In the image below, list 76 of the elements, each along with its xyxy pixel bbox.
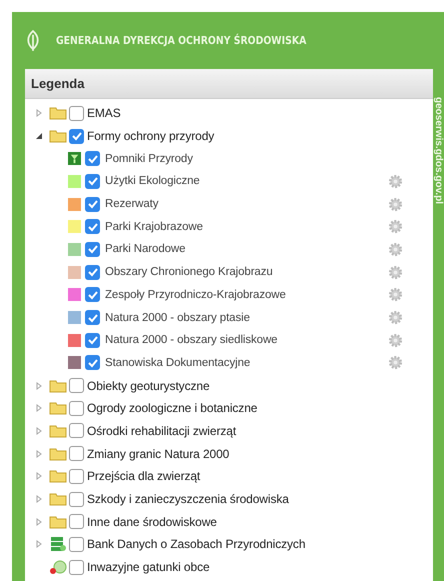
layer-label[interactable]: Rezerwaty — [105, 198, 158, 210]
plant-icon — [49, 559, 67, 576]
checkbox[interactable] — [85, 310, 100, 326]
checkbox[interactable] — [69, 400, 84, 416]
checkbox[interactable] — [69, 423, 84, 438]
folder-icon — [49, 514, 67, 529]
layer-label[interactable]: Szkody i zanieczyszczenia środowiska — [87, 492, 289, 506]
checkbox[interactable] — [69, 106, 84, 121]
checkbox[interactable] — [85, 219, 100, 234]
checkbox[interactable] — [85, 264, 100, 280]
layer-label[interactable]: Natura 2000 - obszary ptasie — [105, 312, 250, 324]
checkbox[interactable] — [85, 355, 100, 370]
layer-label[interactable]: Parki Narodowe — [105, 243, 186, 256]
checkbox[interactable] — [85, 196, 100, 212]
layer-label[interactable]: Przejścia dla zwierząt — [87, 469, 200, 484]
folder-icon — [49, 469, 67, 484]
layer-label[interactable]: Obiekty geoturystyczne — [87, 378, 210, 393]
layer-label[interactable]: Obszary Chronionego Krajobrazu — [105, 266, 273, 278]
layer-label[interactable]: Natura 2000 - obszary siedliskowe — [105, 334, 278, 346]
expand-icon[interactable] — [35, 404, 43, 412]
expand-icon[interactable] — [35, 450, 43, 458]
collapse-icon[interactable] — [35, 132, 43, 140]
expand-icon[interactable] — [35, 472, 43, 480]
checkbox[interactable] — [69, 128, 84, 144]
layer-label[interactable]: Formy ochrony przyrody — [87, 129, 214, 144]
settings-icon[interactable] — [388, 174, 403, 189]
expand-icon[interactable] — [35, 495, 43, 504]
layer-label[interactable]: Pomniki Przyrody — [105, 152, 193, 165]
folder-icon — [49, 129, 67, 144]
settings-icon[interactable] — [388, 242, 403, 257]
checkbox[interactable] — [85, 174, 100, 189]
expand-icon[interactable] — [35, 540, 43, 548]
settings-icon[interactable] — [388, 310, 403, 326]
expand-icon[interactable] — [35, 382, 43, 390]
layer-label[interactable]: Parki Krajobrazowe — [105, 220, 203, 233]
checkbox[interactable] — [69, 468, 84, 484]
layer-label[interactable]: Stanowiska Dokumentacyjne — [105, 356, 250, 369]
header-title: GENERALNA DYREKCJA OCHRONY ŚRODOWISKA — [56, 34, 306, 47]
settings-icon[interactable] — [388, 196, 403, 212]
checkbox[interactable] — [85, 287, 100, 302]
expand-icon[interactable] — [35, 426, 43, 435]
checkbox[interactable] — [69, 492, 84, 507]
checkbox[interactable] — [69, 378, 84, 394]
layer-label[interactable]: Ośrodki rehabilitacji zwierząt — [87, 424, 236, 438]
layer-label[interactable]: Zespoły Przyrodniczo-Krajobrazowe — [105, 288, 286, 301]
expand-icon[interactable] — [35, 109, 43, 118]
layer-label[interactable]: Inwazyjne gatunki obce — [87, 560, 210, 574]
checkbox[interactable] — [85, 332, 100, 348]
tree-icon — [68, 152, 81, 166]
checkbox[interactable] — [85, 151, 100, 166]
folder-icon — [49, 492, 67, 506]
checkbox[interactable] — [69, 514, 84, 530]
folder-icon — [49, 424, 67, 438]
expand-icon[interactable] — [35, 518, 43, 526]
legend-title: Legenda — [25, 69, 433, 99]
settings-icon[interactable] — [388, 264, 403, 280]
checkbox[interactable] — [85, 242, 100, 257]
checkbox[interactable] — [69, 536, 84, 552]
folder-icon — [49, 401, 67, 416]
layer-label[interactable]: Użytki Ekologiczne — [105, 175, 200, 188]
database-icon — [49, 536, 67, 552]
folder-icon — [49, 446, 67, 461]
checkbox[interactable] — [69, 560, 84, 575]
settings-icon[interactable] — [388, 287, 403, 302]
settings-icon[interactable] — [388, 332, 403, 348]
folder-icon — [49, 378, 67, 393]
folder-icon — [49, 106, 67, 120]
checkbox[interactable] — [69, 446, 84, 462]
layer-label[interactable]: Zmiany granic Natura 2000 — [87, 446, 230, 461]
layer-label[interactable]: Ogrody zoologiczne i botaniczne — [87, 401, 258, 416]
layer-label[interactable]: Bank Danych o Zasobach Przyrodniczych — [87, 537, 306, 552]
site-url: geoserwis.gdos.gov.pl — [433, 97, 444, 204]
layer-label[interactable]: EMAS — [87, 106, 121, 120]
settings-icon[interactable] — [388, 219, 403, 234]
settings-icon[interactable] — [388, 355, 403, 370]
layer-label[interactable]: Inne dane środowiskowe — [87, 514, 217, 529]
